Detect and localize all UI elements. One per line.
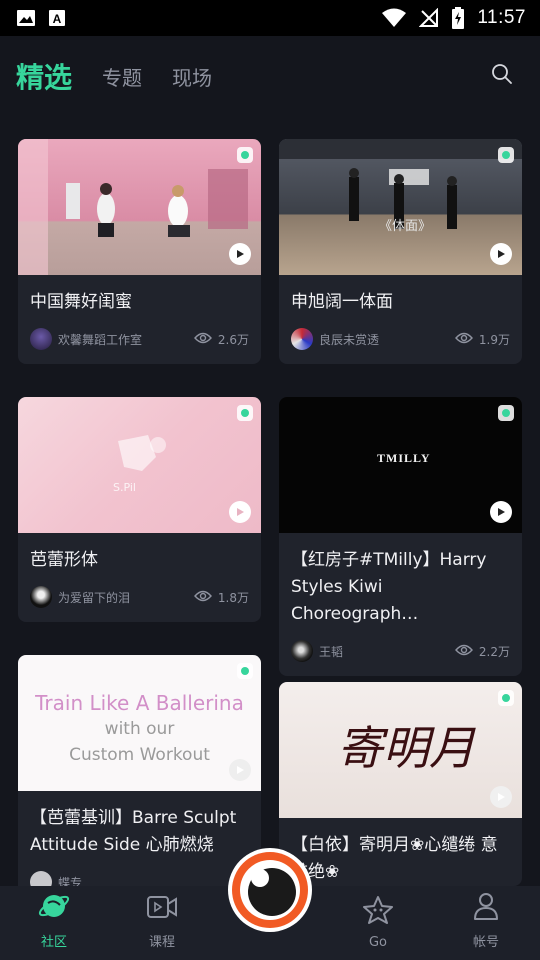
thumbnail-caption: 寄明月 xyxy=(337,721,475,775)
play-icon[interactable] xyxy=(490,243,512,265)
play-icon[interactable] xyxy=(490,501,512,523)
video-thumbnail[interactable]: 寄明月 xyxy=(279,682,522,818)
record-button[interactable] xyxy=(228,848,312,932)
video-thumbnail[interactable]: Train Like A Ballerina with our Custom W… xyxy=(18,655,261,791)
nav-go[interactable]: Go xyxy=(324,886,432,960)
eye-icon xyxy=(193,590,212,605)
play-icon[interactable] xyxy=(229,243,251,265)
view-count: 2.2万 xyxy=(478,644,510,659)
top-tab-bar: 精选 专题 现场 xyxy=(0,36,540,116)
author-avatar[interactable] xyxy=(291,328,313,350)
video-thumbnail[interactable]: TMILLY xyxy=(279,397,522,533)
status-time: 11:57 xyxy=(477,7,526,28)
play-icon[interactable] xyxy=(490,786,512,808)
nav-label: 社区 xyxy=(40,935,67,950)
video-title: 芭蕾形体 xyxy=(30,550,98,570)
battery-charging-icon xyxy=(451,7,465,29)
star-icon xyxy=(362,895,394,929)
author-avatar[interactable] xyxy=(30,871,52,886)
video-card[interactable]: 中国舞好闺蜜 欢馨舞蹈工作室 2.6万 xyxy=(18,139,261,364)
nav-account[interactable]: 帐号 xyxy=(432,886,540,960)
channel-badge-icon xyxy=(237,147,253,163)
author-name[interactable]: 欢馨舞蹈工作室 xyxy=(58,331,142,348)
view-count: 1.9万 xyxy=(478,332,510,347)
eye-icon xyxy=(193,332,212,347)
eye-icon xyxy=(454,644,473,659)
thumbnail-caption: Train Like A Ballerina xyxy=(35,691,244,715)
nav-courses[interactable]: 课程 xyxy=(108,886,216,960)
tab-featured[interactable]: 精选 xyxy=(16,56,72,96)
tab-topics[interactable]: 专题 xyxy=(102,62,142,91)
video-title: 中国舞好闺蜜 xyxy=(30,292,132,312)
image-icon xyxy=(16,9,36,27)
view-count: 1.8万 xyxy=(217,590,249,605)
thumbnail-subcaption: Custom Workout xyxy=(69,745,210,765)
author-name[interactable]: 良辰未赏透 xyxy=(319,331,379,348)
no-signal-icon xyxy=(419,8,439,28)
channel-badge-icon xyxy=(498,405,514,421)
channel-badge-icon xyxy=(498,690,514,706)
author-name[interactable]: 蝶专 xyxy=(58,874,82,887)
author-avatar[interactable] xyxy=(30,328,52,350)
video-icon xyxy=(146,893,178,925)
nav-label: Go xyxy=(368,935,388,950)
video-title: 【芭蕾基训】Barre Sculpt Attitude Side 心肺燃烧 xyxy=(30,808,237,855)
video-card[interactable]: S.Pil 芭蕾形体 为爱留下的泪 1.8万 xyxy=(18,397,261,622)
video-thumbnail[interactable] xyxy=(18,139,261,275)
search-icon[interactable] xyxy=(486,58,518,90)
channel-badge-icon xyxy=(237,405,253,421)
author-name[interactable]: 王韬 xyxy=(319,643,343,660)
tab-live[interactable]: 现场 xyxy=(172,62,212,91)
video-card[interactable]: Train Like A Ballerina with our Custom W… xyxy=(18,655,261,886)
video-thumbnail[interactable]: S.Pil xyxy=(18,397,261,533)
thumbnail-caption: TMILLY xyxy=(377,451,431,465)
author-avatar[interactable] xyxy=(291,640,313,662)
video-title: 【白依】寄明月❀心缱绻 意难绝❀ xyxy=(291,835,498,882)
video-title: 【红房子#TMilly】Harry Styles Kiwi Choreograp… xyxy=(291,550,487,624)
nav-label: 课程 xyxy=(148,935,175,950)
video-title: 申旭阔一体面 xyxy=(291,292,393,312)
thumbnail-subcaption: with our xyxy=(104,719,175,739)
status-bar: A 11:57 xyxy=(0,0,540,36)
channel-badge-icon xyxy=(237,663,253,679)
nav-community[interactable]: 社区 xyxy=(0,886,108,960)
video-card[interactable]: 寄明月 【白依】寄明月❀心缱绻 意难绝❀ xyxy=(279,682,522,886)
planet-icon xyxy=(38,891,70,925)
play-icon[interactable] xyxy=(229,501,251,523)
user-icon xyxy=(472,891,500,925)
thumbnail-caption: 《体面》 xyxy=(379,219,432,234)
video-thumbnail[interactable]: 《体面》 xyxy=(279,139,522,275)
channel-badge-icon xyxy=(498,147,514,163)
view-count: 2.6万 xyxy=(217,332,249,347)
video-card[interactable]: TMILLY 【红房子#TMilly】Harry Styles Kiwi Cho… xyxy=(279,397,522,676)
video-feed[interactable]: 中国舞好闺蜜 欢馨舞蹈工作室 2.6万 《体面》 申旭阔一体面 良辰未赏透 1.… xyxy=(0,116,540,886)
wifi-icon xyxy=(381,8,407,28)
nav-label: 帐号 xyxy=(472,935,499,950)
play-icon[interactable] xyxy=(229,759,251,781)
author-name[interactable]: 为爱留下的泪 xyxy=(58,589,130,606)
eye-icon xyxy=(454,332,473,347)
video-card[interactable]: 《体面》 申旭阔一体面 良辰未赏透 1.9万 xyxy=(279,139,522,364)
svg-text:A: A xyxy=(53,12,62,26)
svg-text:S.Pil: S.Pil xyxy=(113,481,136,494)
font-icon: A xyxy=(48,9,66,27)
author-avatar[interactable] xyxy=(30,586,52,608)
